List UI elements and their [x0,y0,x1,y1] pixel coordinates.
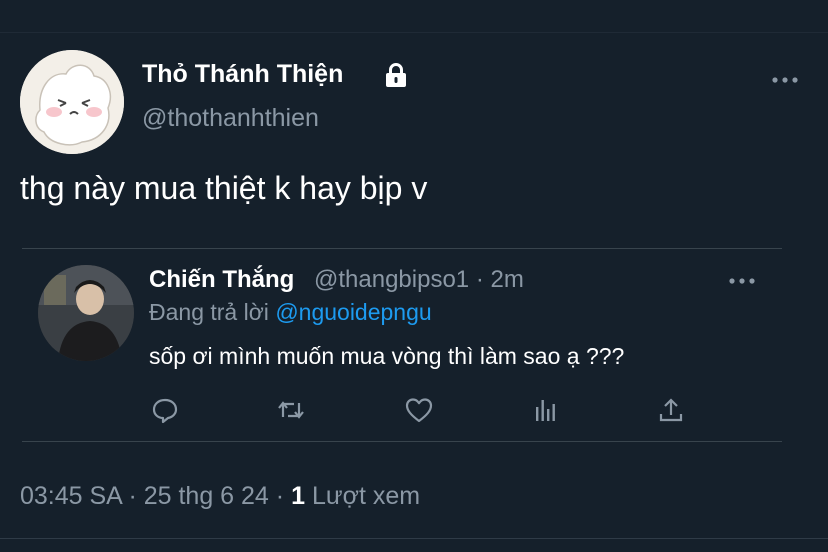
replying-prefix: Đang trả lời [149,299,269,325]
reply-icon[interactable] [150,395,180,425]
author-handle[interactable]: @thothanhthien [142,104,319,133]
action-bar [150,395,690,425]
quoted-author-name[interactable]: Chiến Thắng [149,266,294,294]
tweet-date[interactable]: 25 thg 6 24 [144,482,269,510]
quoted-tweet[interactable]: Chiến Thắng @thangbipso1 · 2m Đang trả l… [22,248,782,442]
separator: · [128,482,137,510]
top-divider [0,32,828,33]
tweet-text: thg này mua thiệt k hay bịp v [20,170,428,206]
tweet-timestamp-line: 03:45 SA · 25 thg 6 24 · 1 Lượt xem [20,482,420,511]
quoted-author-meta[interactable]: @thangbipso1 · 2m [314,266,524,294]
lock-icon [386,63,406,87]
retweet-icon[interactable] [276,395,306,425]
tweet-time[interactable]: 03:45 SA [20,482,121,510]
quoted-author-avatar[interactable] [38,265,134,361]
separator: · [275,482,285,510]
quoted-tweet-text: sốp ơi mình muốn mua vòng thì làm sao ạ … [149,343,625,369]
author-avatar[interactable] [20,50,124,154]
share-icon[interactable] [656,395,686,425]
like-icon[interactable] [404,395,434,425]
replying-to-line: Đang trả lời @nguoidepngu [149,299,432,326]
quoted-more-options-icon[interactable] [727,271,757,291]
author-name[interactable]: Thỏ Thánh Thiện [142,60,343,89]
views-label: Lượt xem [311,482,421,510]
bottom-divider [0,538,828,539]
analytics-icon[interactable] [530,395,560,425]
views-count: 1 [291,482,305,510]
more-options-icon[interactable] [770,70,800,90]
mention-link[interactable]: @nguoidepngu [275,299,431,325]
